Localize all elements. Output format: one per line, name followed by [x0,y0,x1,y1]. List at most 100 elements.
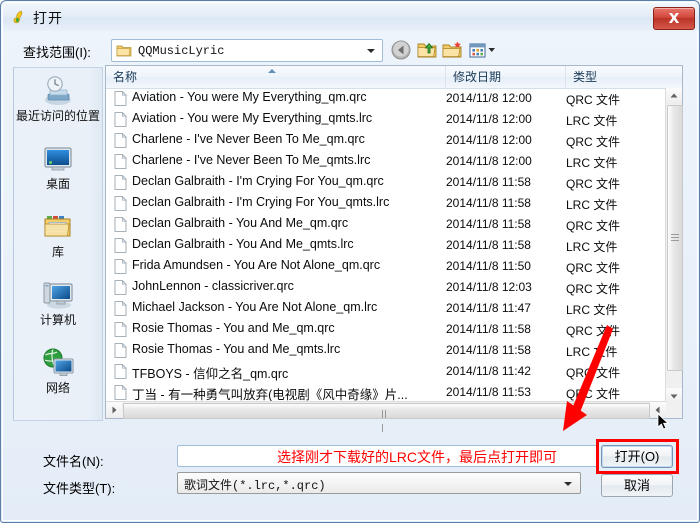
file-type-value: 歌词文件(*.lrc,*.qrc) [184,479,326,493]
sidebar-item-label: 计算机 [39,313,76,327]
file-rows-container: Aviation - You were My Everything_qm.qrc… [106,88,666,404]
current-folder-name: QQMusicLyric [138,44,225,58]
folder-path-combobox[interactable]: QQMusicLyric [111,39,383,62]
file-icon [114,174,127,190]
table-row[interactable]: JohnLennon - classicriver.qrc 2014/11/8 1… [106,277,666,298]
table-row[interactable]: Declan Galbraith - I'm Crying For You_qm… [106,193,666,214]
window-title: 打开 [33,10,63,26]
table-row[interactable]: Aviation - You were My Everything_qmts.l… [106,109,666,130]
file-date-cell: 2014/11/8 11:58 [446,196,531,210]
file-icon [114,111,127,127]
places-bar: 最近访问的位置 桌面 库 计算机 网络 [13,67,103,421]
vertical-scrollbar[interactable] [665,88,683,404]
scroll-right-button[interactable] [650,402,666,418]
file-type-cell: QRC 文件 [566,135,621,149]
file-type-cell: LRC 文件 [566,303,618,317]
folder-icon [116,43,132,58]
table-row[interactable]: Declan Galbraith - You And Me_qm.qrc 2014… [106,214,666,235]
table-row[interactable]: 丁当 - 有一种勇气叫放弃(电视剧《风中奇缘》片... 2014/11/8 11:… [106,382,666,403]
file-type-cell: QRC 文件 [566,93,621,107]
chevron-down-icon[interactable] [367,49,375,53]
chevron-down-icon[interactable] [564,482,572,486]
sidebar-item-computer[interactable]: 计算机 [14,274,102,340]
new-folder-button[interactable] [441,38,465,62]
cancel-button[interactable]: 取消 [601,474,673,497]
up-one-level-button[interactable] [415,38,439,62]
sidebar-item-label: 桌面 [45,177,70,191]
column-header-name[interactable]: 名称 [106,66,446,88]
file-icon [114,132,127,148]
file-icon [114,237,127,253]
file-name-cell: JohnLennon - classicriver.qrc [132,279,294,293]
file-date-cell: 2014/11/8 11:58 [446,322,531,336]
file-date-cell: 2014/11/8 12:00 [446,112,532,126]
column-header-type[interactable]: 类型 [566,66,682,88]
file-date-cell: 2014/11/8 11:58 [446,217,531,231]
file-type-cell: QRC 文件 [566,177,621,191]
sidebar-item-recent-places[interactable]: 最近访问的位置 [14,70,102,136]
file-icon [114,153,127,169]
file-icon [114,363,127,379]
scroll-left-button[interactable] [106,402,122,418]
file-type-cell: QRC 文件 [566,261,621,275]
open-button[interactable]: 打开(O) [601,445,673,468]
horizontal-scrollbar-thumb[interactable] [123,403,650,432]
file-icon [114,300,127,316]
table-row[interactable]: Rosie Thomas - You and Me_qm.qrc 2014/11/… [106,319,666,340]
sidebar-item-libraries[interactable]: 库 [14,206,102,272]
column-header-date[interactable]: 修改日期 [446,66,566,88]
file-type-cell: QRC 文件 [566,387,621,401]
file-type-cell: QRC 文件 [566,366,621,380]
views-button[interactable] [467,38,501,62]
file-name-cell: Michael Jackson - You Are Not Alone_qm.l… [132,300,378,314]
file-type-cell: QRC 文件 [566,219,621,233]
computer-icon [40,278,76,312]
file-name-cell: Declan Galbraith - You And Me_qm.qrc [132,216,349,230]
file-name-cell: Frida Amundsen - You Are Not Alone_qm.qr… [132,258,381,272]
scroll-up-button[interactable] [666,88,682,104]
open-file-dialog: 打开 查找范围(I): QQMusicLyric 最近访问的位置 桌面 库 计算… [0,0,700,523]
scrollbar-grip-icon [671,234,679,241]
recent-places-icon [40,74,76,108]
table-row[interactable]: Aviation - You were My Everything_qm.qrc… [106,88,666,109]
file-icon [114,195,127,211]
table-row[interactable]: Charlene - I've Never Been To Me_qmts.lr… [106,151,666,172]
file-name-cell: Declan Galbraith - You And Me_qmts.lrc [132,237,354,251]
file-list: 名称 修改日期 类型 Aviation - You were My Everyt… [105,65,683,432]
instruction-annotation-text: 选择刚才下载好的LRC文件，最后点打开即可 [277,449,558,465]
network-icon [40,346,76,380]
file-type-cell: LRC 文件 [566,198,618,212]
file-date-cell: 2014/11/8 12:00 [446,91,532,105]
table-row[interactable]: Frida Amundsen - You Are Not Alone_qm.qr… [106,256,666,277]
back-button[interactable] [389,38,413,62]
file-date-cell: 2014/11/8 11:58 [446,238,531,252]
table-row[interactable]: TFBOYS - 信仰之名_qm.qrc 2014/11/8 11:42 QRC 文… [106,361,666,382]
column-header-row: 名称 修改日期 类型 [106,66,682,89]
file-type-label: 文件类型(T): [43,481,116,496]
file-date-cell: 2014/11/8 11:42 [446,364,531,378]
table-row[interactable]: Declan Galbraith - You And Me_qmts.lrc 20… [106,235,666,256]
title-bar: 打开 [3,3,699,31]
file-type-cell: LRC 文件 [566,345,618,359]
table-row[interactable]: Michael Jackson - You Are Not Alone_qm.l… [106,298,666,319]
table-row[interactable]: Declan Galbraith - I'm Crying For You_qm… [106,172,666,193]
libraries-icon [40,210,76,244]
file-name-cell: Rosie Thomas - You and Me_qmts.lrc [132,342,341,356]
table-row[interactable]: Charlene - I've Never Been To Me_qm.qrc 2… [106,130,666,151]
close-button[interactable] [653,7,695,30]
file-name-cell: Aviation - You were My Everything_qmts.l… [132,111,373,125]
file-date-cell: 2014/11/8 11:58 [446,175,531,189]
scrollbar-grip-icon [382,407,390,432]
file-icon [114,321,127,337]
vertical-scrollbar-thumb[interactable] [667,105,683,371]
sidebar-item-desktop[interactable]: 桌面 [14,138,102,204]
file-type-combobox[interactable]: 歌词文件(*.lrc,*.qrc) [177,472,581,494]
horizontal-scrollbar[interactable] [106,401,666,432]
table-row[interactable]: Rosie Thomas - You and Me_qmts.lrc 2014/1… [106,340,666,361]
file-type-cell: LRC 文件 [566,114,618,128]
file-name-cell: Rosie Thomas - You and Me_qm.qrc [132,321,335,335]
sidebar-item-network[interactable]: 网络 [14,342,102,408]
file-icon [114,90,127,106]
scrollbar-corner [666,402,682,418]
file-name-cell: Charlene - I've Never Been To Me_qmts.lr… [132,153,371,167]
